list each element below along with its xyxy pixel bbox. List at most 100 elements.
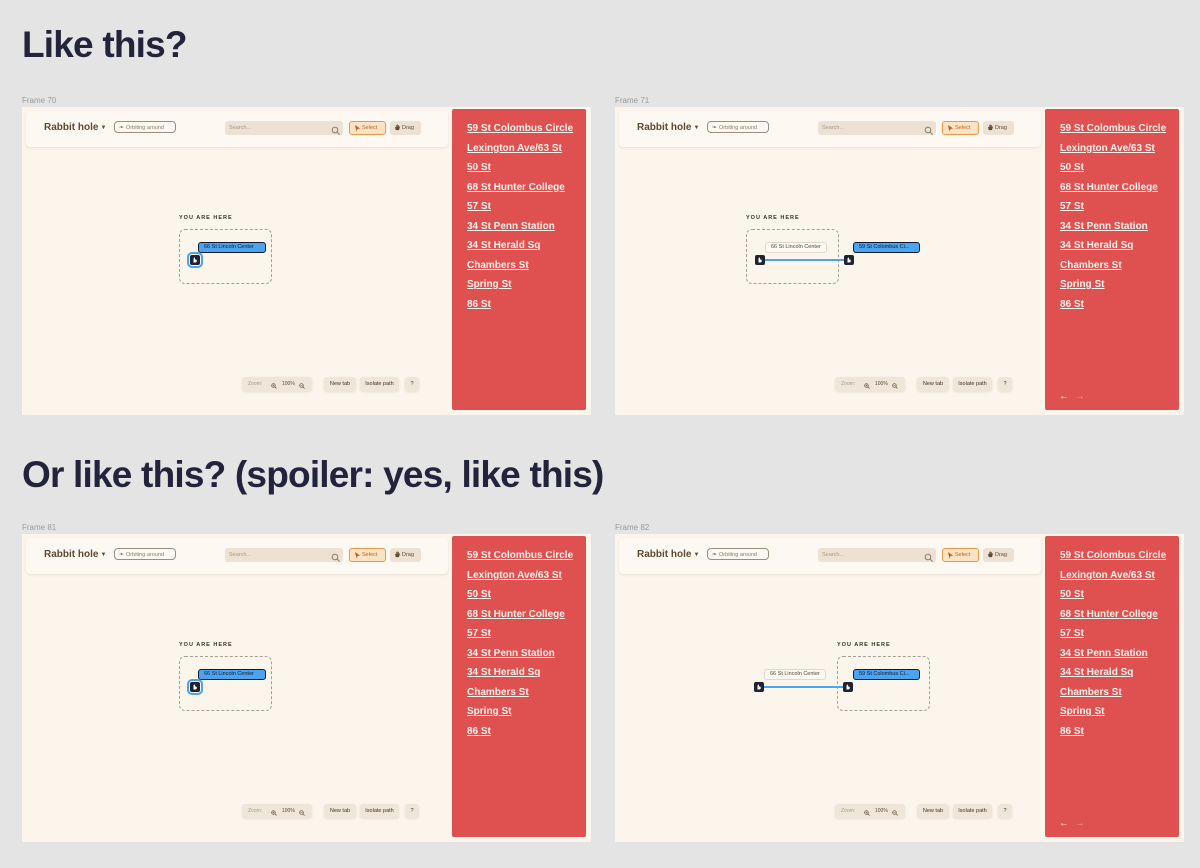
zoom-label: Zoom: (248, 808, 263, 814)
search-input[interactable] (225, 121, 343, 135)
help-button[interactable]: ? (405, 377, 419, 391)
drag-label: Drag (995, 552, 1007, 558)
select-button[interactable]: Select (349, 121, 386, 135)
current-node-label[interactable]: 66 St Lincoln Center (198, 242, 266, 253)
station-link[interactable]: 86 St (1060, 725, 1166, 745)
station-link[interactable]: 86 St (1060, 298, 1166, 318)
isolate-path-button[interactable]: Isolate path (360, 377, 399, 391)
station-link[interactable]: 57 St (467, 200, 573, 220)
station-link[interactable]: Spring St (467, 705, 573, 725)
zoom-control: Zoom: 100% (835, 377, 905, 391)
current-node[interactable] (755, 255, 765, 265)
previous-node-label[interactable]: 66 St Lincoln Center (764, 669, 826, 680)
next-arrow-icon[interactable]: → (1075, 818, 1085, 829)
station-link[interactable]: 34 St Herald Sq (467, 666, 573, 686)
station-link[interactable]: 34 St Herald Sq (1060, 239, 1166, 259)
isolate-path-button[interactable]: Isolate path (953, 377, 992, 391)
zoom-in-icon[interactable] (864, 381, 870, 389)
help-button[interactable]: ? (405, 804, 419, 818)
station-link[interactable]: 57 St (1060, 200, 1166, 220)
drag-button[interactable]: Drag (390, 121, 421, 135)
station-link[interactable]: 34 St Penn Station (467, 220, 573, 240)
zoom-out-icon[interactable] (892, 808, 898, 816)
station-link[interactable]: Lexington Ave/63 St (467, 142, 573, 162)
station-link[interactable]: 34 St Herald Sq (1060, 666, 1166, 686)
station-link[interactable]: Chambers St (1060, 686, 1166, 706)
zoom-in-icon[interactable] (271, 381, 277, 389)
station-link[interactable]: 50 St (1060, 161, 1166, 181)
station-link[interactable]: 86 St (467, 725, 573, 745)
app-title-dropdown[interactable]: Rabbit hole ▼ (637, 549, 699, 560)
station-link[interactable]: 59 St Colombus Circle (467, 122, 573, 142)
station-link[interactable]: Chambers St (467, 686, 573, 706)
app-title: Rabbit hole (637, 122, 692, 133)
current-node-label[interactable]: 66 St Lincoln Center (198, 669, 266, 680)
current-node[interactable] (187, 679, 203, 695)
station-link[interactable]: 34 St Penn Station (1060, 647, 1166, 667)
select-button[interactable]: Select (942, 548, 979, 562)
station-link[interactable]: 59 St Colombus Circle (1060, 122, 1166, 142)
station-link[interactable]: 68 St Hunter College (467, 181, 573, 201)
drag-button[interactable]: Drag (983, 548, 1014, 562)
help-button[interactable]: ? (998, 377, 1012, 391)
station-link[interactable]: 68 St Hunter College (1060, 608, 1166, 628)
new-tab-button[interactable]: New tab (324, 804, 356, 818)
station-link[interactable]: 34 St Penn Station (1060, 220, 1166, 240)
current-node[interactable] (843, 682, 853, 692)
app-title-dropdown[interactable]: Rabbit hole ▼ (44, 549, 106, 560)
station-link[interactable]: 59 St Colombus Circle (1060, 549, 1166, 569)
drag-button[interactable]: Drag (390, 548, 421, 562)
current-node[interactable] (187, 252, 203, 268)
mode-pill[interactable]: ❧ Orbiting around (114, 548, 176, 560)
app-title-dropdown[interactable]: Rabbit hole ▼ (637, 122, 699, 133)
station-link[interactable]: Lexington Ave/63 St (1060, 569, 1166, 589)
mode-pill[interactable]: ❧ Orbiting around (707, 121, 769, 133)
zoom-out-icon[interactable] (892, 381, 898, 389)
mode-pill[interactable]: ❧ Orbiting around (114, 121, 176, 133)
linked-node-label[interactable]: 59 St Colombus Ci... (853, 242, 920, 253)
drag-button[interactable]: Drag (983, 121, 1014, 135)
station-link[interactable]: 86 St (467, 298, 573, 318)
station-link[interactable]: 68 St Hunter College (467, 608, 573, 628)
new-tab-button[interactable]: New tab (917, 377, 949, 391)
zoom-in-icon[interactable] (864, 808, 870, 816)
next-arrow-icon[interactable]: → (1075, 391, 1085, 402)
zoom-out-icon[interactable] (299, 381, 305, 389)
station-link[interactable]: 68 St Hunter College (1060, 181, 1166, 201)
select-button[interactable]: Select (349, 548, 386, 562)
station-link[interactable]: 50 St (467, 161, 573, 181)
station-link[interactable]: 57 St (467, 627, 573, 647)
station-link[interactable]: 50 St (467, 588, 573, 608)
mode-pill[interactable]: ❧ Orbiting around (707, 548, 769, 560)
station-link[interactable]: 34 St Penn Station (467, 647, 573, 667)
station-link[interactable]: Spring St (1060, 705, 1166, 725)
zoom-in-icon[interactable] (271, 808, 277, 816)
prev-arrow-icon[interactable]: ← (1059, 818, 1069, 829)
station-link[interactable]: Chambers St (1060, 259, 1166, 279)
current-node-label[interactable]: 59 St Colombus Ci... (853, 669, 920, 680)
previous-node[interactable] (754, 682, 764, 692)
station-link[interactable]: 57 St (1060, 627, 1166, 647)
search-input[interactable] (818, 121, 936, 135)
new-tab-button[interactable]: New tab (917, 804, 949, 818)
search-input[interactable] (818, 548, 936, 562)
station-link[interactable]: Spring St (1060, 278, 1166, 298)
app-title-dropdown[interactable]: Rabbit hole ▼ (44, 122, 106, 133)
zoom-out-icon[interactable] (299, 808, 305, 816)
station-link[interactable]: 34 St Herald Sq (467, 239, 573, 259)
select-button[interactable]: Select (942, 121, 979, 135)
station-link[interactable]: Chambers St (467, 259, 573, 279)
help-button[interactable]: ? (998, 804, 1012, 818)
isolate-path-button[interactable]: Isolate path (360, 804, 399, 818)
station-link[interactable]: 50 St (1060, 588, 1166, 608)
linked-node[interactable] (844, 255, 854, 265)
new-tab-button[interactable]: New tab (324, 377, 356, 391)
current-node-label[interactable]: 66 St Lincoln Center (765, 242, 827, 253)
station-link[interactable]: 59 St Colombus Circle (467, 549, 573, 569)
prev-arrow-icon[interactable]: ← (1059, 391, 1069, 402)
isolate-path-button[interactable]: Isolate path (953, 804, 992, 818)
search-input[interactable] (225, 548, 343, 562)
station-link[interactable]: Spring St (467, 278, 573, 298)
station-link[interactable]: Lexington Ave/63 St (467, 569, 573, 589)
station-link[interactable]: Lexington Ave/63 St (1060, 142, 1166, 162)
